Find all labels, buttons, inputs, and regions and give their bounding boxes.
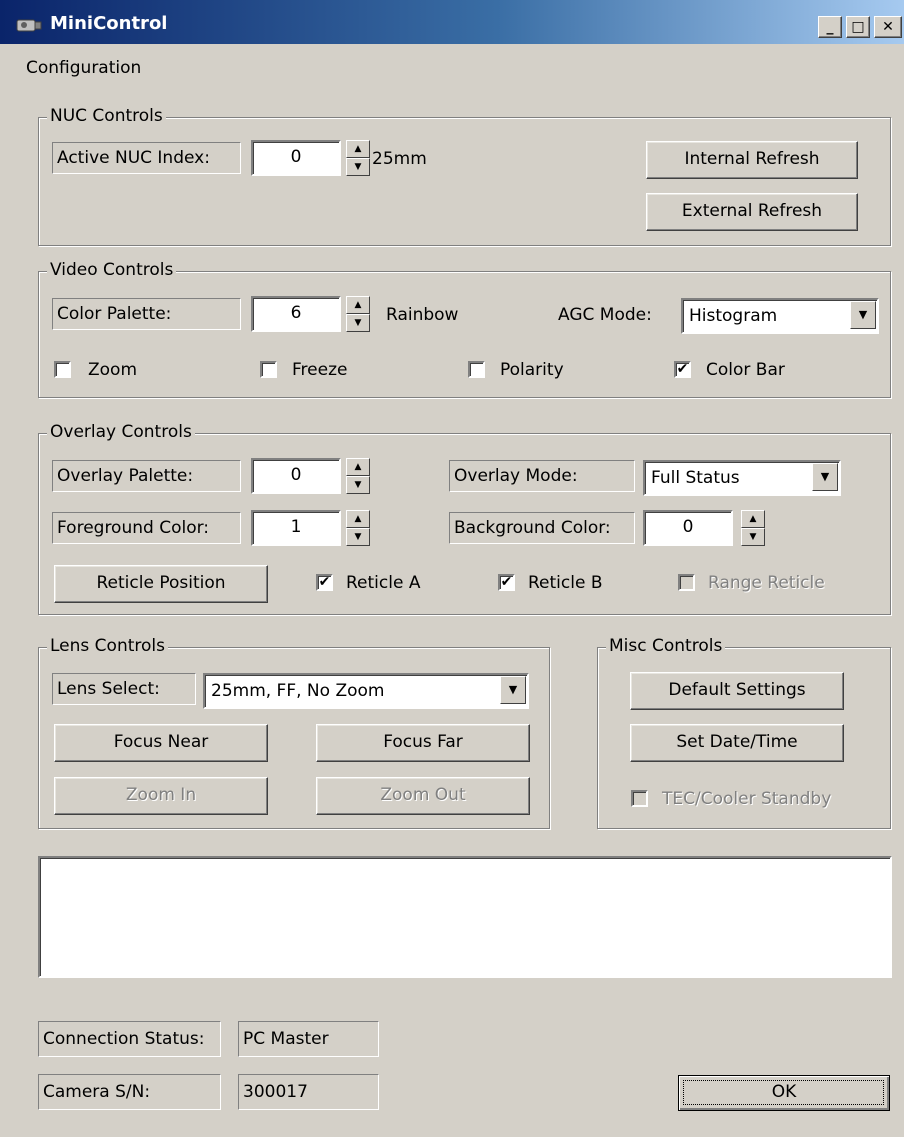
message-log[interactable] [38, 856, 892, 978]
focus-rectangle [683, 1080, 884, 1105]
spin-up-icon[interactable]: ▲ [346, 458, 370, 476]
nuc-index-field[interactable]: 0 [251, 140, 341, 176]
minicontrol-window: MiniControl _ □ ✕ Configuration NUC Cont… [0, 0, 904, 1137]
check-icon: ✔ [318, 574, 331, 590]
reticle-b-checkbox[interactable]: ✔ [498, 574, 515, 591]
spin-down-icon[interactable]: ▼ [346, 528, 370, 546]
overlay-palette-field[interactable]: 0 [251, 458, 341, 494]
foreground-color-spinner[interactable]: ▲ ▼ [346, 510, 370, 546]
lens-controls-legend: Lens Controls [47, 636, 168, 656]
overlay-palette-label: Overlay Palette: [52, 460, 241, 492]
background-color-spinner[interactable]: ▲ ▼ [741, 510, 765, 546]
spin-down-icon[interactable]: ▼ [346, 476, 370, 494]
window-title: MiniControl [50, 13, 168, 34]
zoom-checkbox[interactable] [54, 361, 71, 378]
color-palette-name: Rainbow [386, 305, 459, 325]
ok-button[interactable]: OK [678, 1075, 890, 1111]
default-settings-button[interactable]: Default Settings [630, 672, 844, 710]
agc-mode-dropdown[interactable]: Histogram ▼ [681, 298, 879, 334]
connection-status-label: Connection Status: [38, 1021, 221, 1057]
misc-controls-legend: Misc Controls [606, 636, 726, 656]
active-nuc-index-label: Active NUC Index: [52, 142, 241, 174]
tec-cooler-standby-label: TEC/Cooler Standby [662, 789, 832, 809]
color-bar-checkbox[interactable]: ✔ [674, 361, 691, 378]
internal-refresh-button[interactable]: Internal Refresh [646, 141, 858, 179]
spin-up-icon[interactable]: ▲ [346, 296, 370, 314]
freeze-checkbox-label: Freeze [292, 360, 348, 380]
set-date-time-button[interactable]: Set Date/Time [630, 724, 844, 762]
overlay-mode-dropdown[interactable]: Full Status ▼ [643, 460, 841, 496]
range-reticle-checkbox-label: Range Reticle [708, 573, 825, 593]
chevron-down-icon[interactable]: ▼ [812, 463, 838, 491]
foreground-color-field[interactable]: 1 [251, 510, 341, 546]
maximize-icon: □ [851, 19, 865, 35]
zoom-checkbox-label: Zoom [88, 360, 138, 380]
foreground-color-label: Foreground Color: [52, 512, 241, 544]
spin-up-icon[interactable]: ▲ [346, 510, 370, 528]
agc-mode-value: Histogram [689, 306, 778, 326]
color-palette-label: Color Palette: [52, 298, 241, 330]
background-color-field[interactable]: 0 [643, 510, 733, 546]
chevron-down-icon[interactable]: ▼ [500, 676, 526, 704]
reticle-a-checkbox[interactable]: ✔ [316, 574, 333, 591]
overlay-mode-value: Full Status [651, 468, 740, 488]
check-icon: ✔ [500, 574, 513, 590]
color-bar-checkbox-label: Color Bar [706, 360, 785, 380]
camera-icon [16, 19, 42, 32]
video-controls-legend: Video Controls [47, 260, 177, 280]
check-icon: ✔ [676, 361, 689, 377]
focus-near-button[interactable]: Focus Near [54, 724, 268, 762]
agc-mode-label: AGC Mode: [558, 305, 652, 325]
color-palette-field[interactable]: 6 [251, 296, 341, 332]
range-reticle-checkbox [678, 574, 695, 591]
spin-down-icon[interactable]: ▼ [346, 158, 370, 176]
color-palette-spinner[interactable]: ▲ ▼ [346, 296, 370, 332]
zoom-in-button: Zoom In [54, 777, 268, 815]
minimize-button[interactable]: _ [818, 16, 842, 38]
spin-down-icon[interactable]: ▼ [346, 314, 370, 332]
reticle-a-checkbox-label: Reticle A [346, 573, 421, 593]
title-bar[interactable]: MiniControl _ □ ✕ [0, 0, 904, 44]
zoom-out-button: Zoom Out [316, 777, 530, 815]
external-refresh-button[interactable]: External Refresh [646, 193, 858, 231]
polarity-checkbox[interactable] [468, 361, 485, 378]
lens-select-dropdown[interactable]: 25mm, FF, No Zoom ▼ [203, 673, 529, 709]
polarity-checkbox-label: Polarity [500, 360, 564, 380]
background-color-label: Background Color: [449, 512, 635, 544]
spin-down-icon[interactable]: ▼ [741, 528, 765, 546]
chevron-down-icon[interactable]: ▼ [850, 301, 876, 329]
spin-up-icon[interactable]: ▲ [741, 510, 765, 528]
camera-serial-value: 300017 [238, 1074, 379, 1110]
reticle-position-button[interactable]: Reticle Position [54, 565, 268, 603]
nuc-index-description: 25mm [372, 149, 427, 169]
focus-far-button[interactable]: Focus Far [316, 724, 530, 762]
menu-configuration[interactable]: Configuration [26, 58, 141, 78]
connection-status-value: PC Master [238, 1021, 379, 1057]
minimize-icon: _ [826, 19, 834, 35]
tec-cooler-standby-checkbox [631, 790, 648, 807]
maximize-button[interactable]: □ [846, 16, 870, 38]
camera-serial-label: Camera S/N: [38, 1074, 221, 1110]
overlay-palette-spinner[interactable]: ▲ ▼ [346, 458, 370, 494]
reticle-b-checkbox-label: Reticle B [528, 573, 603, 593]
overlay-mode-label: Overlay Mode: [449, 460, 635, 492]
overlay-controls-legend: Overlay Controls [47, 422, 195, 442]
nuc-controls-legend: NUC Controls [47, 106, 166, 126]
close-icon: ✕ [882, 19, 894, 35]
lens-select-value: 25mm, FF, No Zoom [211, 681, 385, 701]
spin-up-icon[interactable]: ▲ [346, 140, 370, 158]
lens-select-label: Lens Select: [52, 673, 196, 705]
close-button[interactable]: ✕ [874, 16, 902, 38]
freeze-checkbox[interactable] [260, 361, 277, 378]
nuc-index-spinner[interactable]: ▲ ▼ [346, 140, 370, 176]
